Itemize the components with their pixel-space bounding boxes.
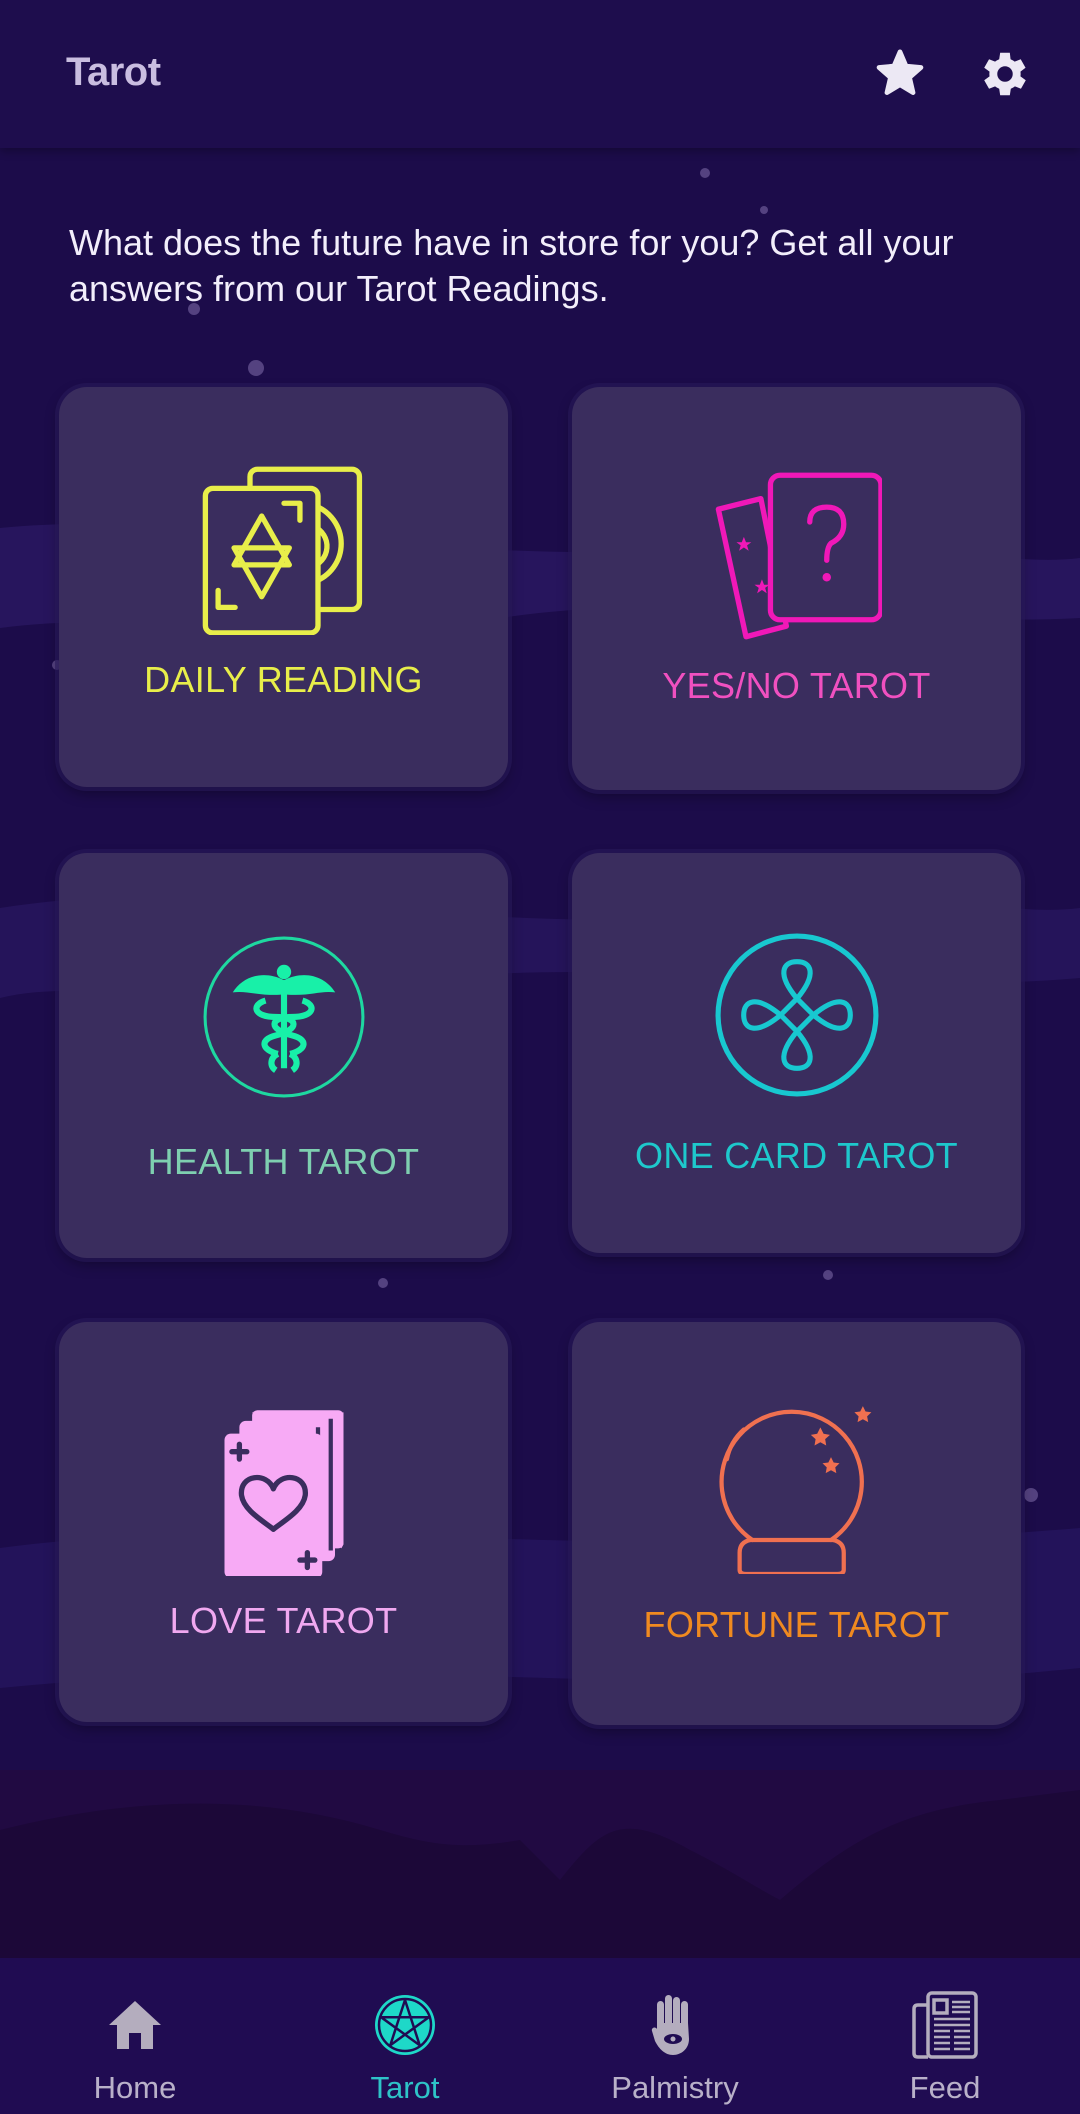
tarot-cards-star-icon bbox=[202, 466, 362, 635]
background-mountains bbox=[0, 1770, 1080, 1958]
card-yes-no-tarot[interactable]: YES/NO TAROT bbox=[572, 387, 1021, 790]
card-fortune-tarot[interactable]: FORTUNE TAROT bbox=[572, 1322, 1021, 1725]
star-dot bbox=[1024, 1488, 1038, 1502]
crystal-ball-icon bbox=[718, 1406, 871, 1574]
card-label: YES/NO TAROT bbox=[662, 665, 931, 706]
card-label: HEALTH TAROT bbox=[147, 1141, 420, 1182]
star-dot bbox=[760, 206, 768, 214]
caduceus-icon bbox=[203, 936, 364, 1098]
card-one-card-tarot[interactable]: ONE CARD TAROT bbox=[572, 853, 1021, 1253]
star-icon bbox=[876, 49, 924, 95]
gear-icon bbox=[984, 52, 1026, 96]
app-header: Tarot bbox=[0, 0, 1080, 148]
nav-label: Home bbox=[93, 2070, 177, 2105]
page-title: Tarot bbox=[66, 50, 161, 94]
celtic-knot-icon bbox=[715, 933, 878, 1097]
nav-label: Tarot bbox=[370, 2070, 440, 2105]
nav-item-feed[interactable]: Feed bbox=[810, 1958, 1080, 2114]
nav-item-home[interactable]: Home bbox=[0, 1958, 270, 2114]
card-label: FORTUNE TAROT bbox=[643, 1604, 950, 1645]
nav-label: Palmistry bbox=[611, 2070, 739, 2105]
card-health-tarot[interactable]: HEALTH TAROT bbox=[59, 853, 508, 1258]
intro-text: What does the future have in store for y… bbox=[69, 222, 954, 309]
card-label: ONE CARD TAROT bbox=[635, 1135, 958, 1176]
question-cards-icon bbox=[715, 472, 882, 640]
star-dot bbox=[248, 360, 264, 376]
card-label: DAILY READING bbox=[144, 659, 423, 700]
star-dot bbox=[823, 1270, 833, 1280]
card-love-tarot[interactable]: LOVE TAROT bbox=[59, 1322, 508, 1722]
nav-item-tarot[interactable]: Tarot bbox=[270, 1958, 540, 2114]
settings-button[interactable] bbox=[971, 40, 1039, 108]
star-dot bbox=[700, 168, 710, 178]
home-icon bbox=[109, 2001, 161, 2049]
bottom-nav: Home Tarot Palmistry Feed bbox=[0, 1958, 1080, 2114]
card-daily-reading[interactable]: DAILY READING bbox=[59, 387, 508, 787]
card-label: LOVE TAROT bbox=[169, 1600, 398, 1641]
favorites-button[interactable] bbox=[866, 40, 934, 108]
nav-label: Feed bbox=[909, 2070, 981, 2105]
star-dot bbox=[378, 1278, 388, 1288]
pentagram-icon bbox=[375, 1995, 435, 2055]
newspaper-icon bbox=[912, 1991, 978, 2059]
hamsa-hand-icon bbox=[651, 1995, 689, 2055]
nav-item-palmistry[interactable]: Palmistry bbox=[540, 1958, 810, 2114]
heart-card-deck-icon bbox=[224, 1410, 343, 1576]
